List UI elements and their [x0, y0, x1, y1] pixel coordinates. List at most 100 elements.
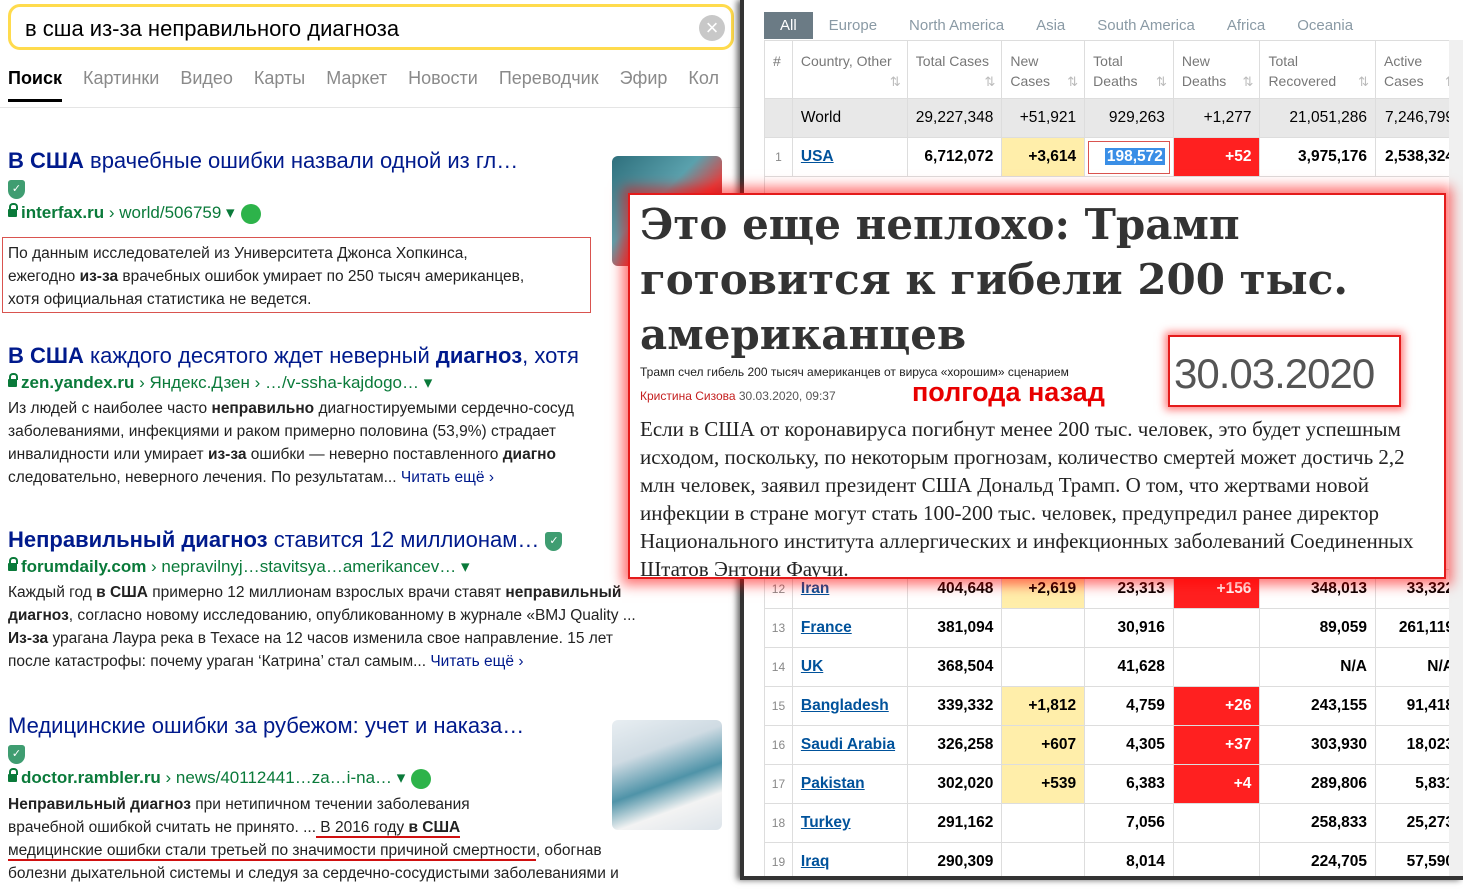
region-tab-africa[interactable]: Africa — [1211, 12, 1281, 39]
row-total-cases: 290,309 — [906, 842, 1003, 876]
read-more-link[interactable]: Читать ещё › — [430, 653, 523, 670]
snippet-bold: Из-за — [8, 630, 49, 647]
col-header-total-recovered[interactable]: Total Recovered ⇅ — [1259, 40, 1376, 99]
snippet-part: В 2016 году — [316, 818, 409, 836]
country-link[interactable]: Bangladesh — [801, 697, 889, 714]
search-box[interactable]: × — [8, 4, 734, 50]
row-country[interactable]: Iraq — [791, 842, 908, 876]
result-url[interactable]: zen.yandex.ru › Яндекс.Дзен › …/v-ssha-k… — [8, 373, 648, 393]
col-header-new-cases[interactable]: New Cases ⇅ — [1001, 40, 1086, 99]
row-new-deaths: +37 — [1172, 725, 1261, 765]
header-label: Total Cases — [915, 53, 989, 69]
snippet-bold: из-за — [79, 268, 119, 285]
tab-more[interactable]: Кол — [688, 68, 719, 102]
row-num: 16 — [764, 725, 793, 765]
row-country[interactable]: Turkey — [791, 803, 908, 843]
row-new-cases: +1,812 — [1001, 686, 1086, 726]
row-country[interactable]: Saudi Arabia — [791, 725, 908, 765]
snippet-line: заболеваниями, инфекциями и раком пример… — [8, 423, 556, 440]
row-total-deaths: 7,056 — [1084, 803, 1174, 843]
snippet-part: при нетипичном течении заболевания — [190, 795, 470, 813]
result-url[interactable]: interfax.ru › world/506759 ▾ — [8, 203, 648, 224]
row-country[interactable]: USA — [791, 137, 908, 177]
row-new-deaths: +26 — [1172, 686, 1261, 726]
country-link[interactable]: Turkey — [801, 814, 851, 831]
row-country[interactable]: France — [791, 608, 908, 648]
table-row: 15 Bangladesh 339,332 +1,812 4,759 +26 2… — [764, 686, 1463, 726]
row-total-cases: 302,020 — [906, 764, 1003, 804]
col-header-country[interactable]: Country, Other ⇅ — [791, 40, 908, 99]
row-country[interactable]: UK — [791, 647, 908, 687]
row-recovered: 89,059 — [1259, 608, 1376, 648]
tab-news[interactable]: Новости — [408, 68, 478, 102]
snippet-part: после катастрофы: почему ураган ‘Катрина… — [8, 653, 427, 670]
title-text: ставится 12 миллионам… — [267, 527, 540, 552]
col-header-total-cases[interactable]: Total Cases ⇅ — [906, 40, 1003, 99]
row-new-cases: +3,614 — [1001, 137, 1086, 177]
tab-video[interactable]: Видео — [180, 68, 233, 102]
tab-search[interactable]: Поиск — [8, 68, 63, 102]
snippet-bold: неправильно — [211, 400, 315, 417]
region-tab-all[interactable]: All — [764, 12, 813, 39]
country-link[interactable]: Pakistan — [801, 775, 865, 792]
result-thumbnail[interactable] — [612, 720, 722, 830]
row-recovered: 289,806 — [1259, 764, 1376, 804]
snippet-part: урагана Лаура река в Техасе на 12 часов … — [48, 630, 614, 647]
search-input[interactable] — [23, 13, 687, 45]
snippet-part: примерно 12 миллионам взрослых врачи ста… — [147, 584, 506, 601]
tab-images[interactable]: Картинки — [83, 68, 159, 102]
region-tab-oceania[interactable]: Oceania — [1281, 12, 1369, 39]
country-link[interactable]: UK — [801, 658, 823, 675]
search-clear-icon[interactable]: × — [699, 15, 725, 41]
title-text: врачебные ошибки назвали одной из гл… — [83, 148, 519, 173]
col-header-new-deaths[interactable]: New Deaths ⇅ — [1172, 40, 1261, 99]
scrollbar[interactable] — [1449, 40, 1463, 876]
sort-icon: ⇅ — [1156, 74, 1167, 89]
row-country[interactable]: Bangladesh — [791, 686, 908, 726]
row-new-deaths — [1172, 647, 1261, 687]
row-total-deaths: 4,759 — [1084, 686, 1174, 726]
region-tab-south-america[interactable]: South America — [1081, 12, 1211, 39]
table-row: 16 Saudi Arabia 326,258 +607 4,305 +37 3… — [764, 725, 1463, 765]
article-body: Если в США от коронавируса погибнут мене… — [640, 417, 1414, 579]
row-total-deaths: 30,916 — [1084, 608, 1174, 648]
result-title-link[interactable]: Неправильный диагноз ставится 12 миллион… — [8, 527, 728, 553]
tab-translator[interactable]: Переводчик — [499, 68, 599, 102]
table-row-world: World 29,227,348 +51,921 929,263 +1,277 … — [764, 98, 1463, 138]
search-result: Неправильный диагноз ставится 12 миллион… — [8, 527, 728, 673]
tab-maps[interactable]: Карты — [254, 68, 305, 102]
snippet-line: Из людей с наиболее часто неправильно ди… — [8, 397, 648, 420]
tab-market[interactable]: Маркет — [326, 68, 387, 102]
row-country[interactable]: Pakistan — [791, 764, 908, 804]
snippet-line: По данным исследователей из Университета… — [8, 245, 468, 262]
lock-icon — [8, 557, 18, 571]
article-byline: Кристина Сизова 30.03.2020, 09:37 — [640, 389, 836, 403]
title-text: каждого десятого ждет неверный — [83, 343, 436, 368]
snippet-line: болезни дыхательной системы и следуя за … — [8, 864, 619, 882]
col-header-total-deaths[interactable]: Total Deaths ⇅ — [1084, 40, 1174, 99]
snippet-bold: в США — [408, 818, 461, 836]
row-total-deaths: 4,305 — [1084, 725, 1174, 765]
result-title-link[interactable]: В США врачебные ошибки назвали одной из … — [8, 148, 648, 174]
article-author[interactable]: Кристина Сизова — [640, 389, 736, 403]
result-title-link[interactable]: В США каждого десятого ждет неверный диа… — [8, 343, 648, 369]
url-domain: forumdaily.com — [21, 557, 147, 576]
region-tab-europe[interactable]: Europe — [813, 12, 893, 39]
header-label: Total Recovered — [1268, 53, 1337, 89]
col-header-num[interactable]: # — [764, 40, 793, 99]
search-result: В США каждого десятого ждет неверный диа… — [8, 343, 648, 489]
snippet-part: врачебной ошибкой считать не принято. ..… — [8, 818, 316, 836]
region-tab-north-america[interactable]: North America — [893, 12, 1020, 39]
country-link[interactable]: USA — [801, 148, 834, 165]
read-more-link[interactable]: Читать ещё › — [401, 469, 494, 486]
row-num: 17 — [764, 764, 793, 804]
country-link[interactable]: Iran — [801, 580, 829, 597]
region-tab-asia[interactable]: Asia — [1020, 12, 1081, 39]
result-snippet: Каждый год в США примерно 12 миллионам в… — [8, 581, 728, 673]
annotation-date-box: 30.03.2020 — [1168, 335, 1401, 407]
tab-efir[interactable]: Эфир — [620, 68, 668, 102]
result-url[interactable]: forumdaily.com › nepravilnyj…stavitsya…a… — [8, 557, 728, 577]
country-link[interactable]: France — [801, 619, 852, 636]
country-link[interactable]: Iraq — [801, 853, 829, 870]
country-link[interactable]: Saudi Arabia — [801, 736, 895, 753]
